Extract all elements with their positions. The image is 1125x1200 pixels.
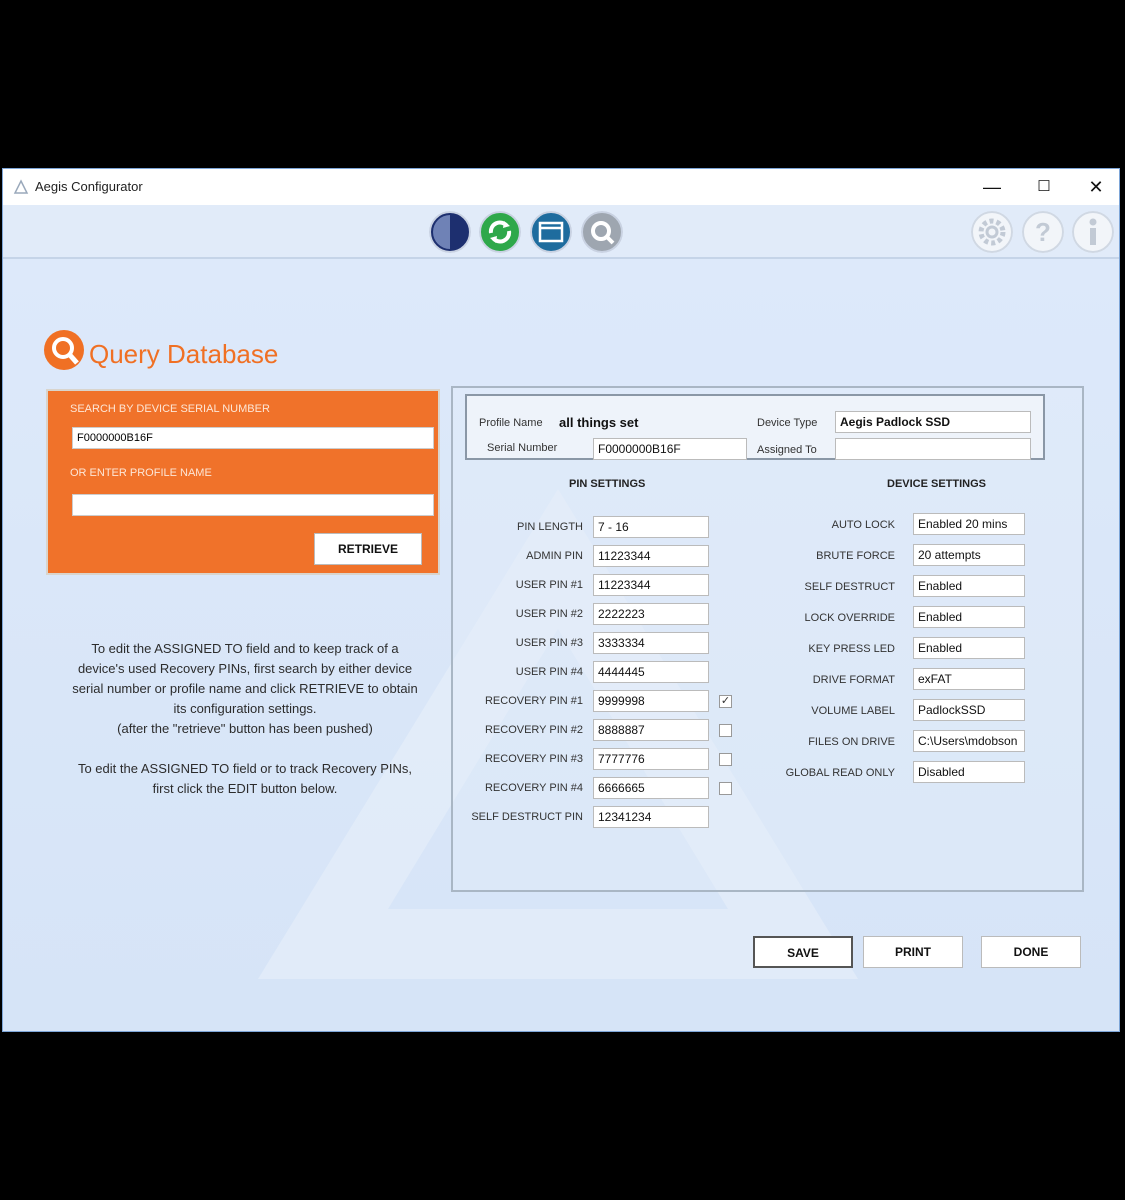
- help-icon[interactable]: ?: [1022, 211, 1064, 253]
- volume-label-label: VOLUME LABEL: [811, 705, 895, 717]
- recovery-pin-4-checkbox[interactable]: [719, 782, 732, 795]
- self-destruct-field: Enabled: [913, 575, 1025, 597]
- profile-name-value: all things set: [559, 415, 639, 430]
- page-title: Query Database: [89, 339, 279, 369]
- user-pin-1-label: USER PIN #1: [515, 579, 583, 591]
- auto-lock-label: AUTO LOCK: [831, 519, 895, 531]
- app-logo-icon: [13, 179, 29, 194]
- app-window: Aegis Configurator — ☐ ✕ ? Query Databas…: [2, 168, 1120, 1032]
- pin-length-label: PIN LENGTH: [516, 521, 583, 533]
- help-text: To edit the ASSIGNED TO field and to kee…: [72, 641, 418, 796]
- query-icon[interactable]: [581, 211, 623, 253]
- gear-icon[interactable]: [971, 211, 1013, 253]
- query-database-icon: [44, 330, 84, 370]
- device-type-label: Device Type: [757, 417, 818, 429]
- user-pin-4-label: USER PIN #4: [515, 666, 583, 678]
- profile-panel: Profile Name all things set Serial Numbe…: [451, 386, 1084, 892]
- auto-lock-field: Enabled 20 mins: [913, 513, 1025, 535]
- key-press-led-label: KEY PRESS LED: [808, 643, 895, 655]
- database-icon[interactable]: [530, 211, 572, 253]
- serial-number-field: F0000000B16F: [593, 438, 747, 460]
- device-type-field: Aegis Padlock SSD: [835, 411, 1031, 433]
- self-destruct-pin-field: 12341234: [593, 806, 709, 828]
- recovery-pin-2-label: RECOVERY PIN #2: [484, 724, 583, 736]
- serial-search-label: SEARCH BY DEVICE SERIAL NUMBER: [70, 403, 270, 415]
- user-pin-2-field: 2222223: [593, 603, 709, 625]
- recovery-pin-2-checkbox[interactable]: [719, 724, 732, 737]
- recovery-pin-4-field: 6666665: [593, 777, 709, 799]
- device-icon[interactable]: [429, 211, 471, 253]
- serial-number-label: Serial Number: [487, 442, 558, 454]
- drive-format-label: DRIVE FORMAT: [812, 674, 895, 686]
- recovery-pin-1-checkbox[interactable]: ✓: [719, 695, 732, 708]
- recovery-pin-2-field: 8888887: [593, 719, 709, 741]
- profile-header: Profile Name all things set Serial Numbe…: [465, 394, 1045, 460]
- user-pin-4-field: 4444445: [593, 661, 709, 683]
- svg-text:?: ?: [1035, 217, 1051, 247]
- minimize-button[interactable]: —: [969, 175, 1015, 201]
- user-pin-3-label: USER PIN #3: [515, 637, 583, 649]
- info-icon[interactable]: [1072, 211, 1114, 253]
- profile-name-field-label: Profile Name: [479, 417, 543, 429]
- volume-label-field: PadlockSSD: [913, 699, 1025, 721]
- global-read-only-field: Disabled: [913, 761, 1025, 783]
- recovery-pin-1-field: 9999998: [593, 690, 709, 712]
- brute-force-label: BRUTE FORCE: [816, 550, 895, 562]
- files-on-drive-field: C:\Users\mdobson: [913, 730, 1025, 752]
- user-pin-2-label: USER PIN #2: [515, 608, 583, 620]
- close-button[interactable]: ✕: [1073, 175, 1119, 201]
- pin-settings-title: PIN SETTINGS: [569, 478, 646, 490]
- recovery-pin-1-label: RECOVERY PIN #1: [484, 695, 583, 707]
- files-on-drive-label: FILES ON DRIVE: [808, 736, 895, 748]
- pin-length-field: 7 - 16: [593, 516, 709, 538]
- user-pin-1-field: 11223344: [593, 574, 709, 596]
- admin-pin-label: ADMIN PIN: [526, 550, 583, 562]
- done-button[interactable]: DONE: [981, 936, 1081, 968]
- save-button[interactable]: SAVE: [753, 936, 853, 968]
- recovery-pin-3-field: 7777776: [593, 748, 709, 770]
- global-read-only-label: GLOBAL READ ONLY: [785, 767, 895, 779]
- lock-override-label: LOCK OVERRIDE: [804, 612, 895, 624]
- drive-format-field: exFAT: [913, 668, 1025, 690]
- window-title: Aegis Configurator: [35, 179, 143, 194]
- retrieve-button[interactable]: RETRIEVE: [314, 533, 422, 565]
- print-button[interactable]: PRINT: [863, 936, 963, 968]
- lock-override-field: Enabled: [913, 606, 1025, 628]
- serial-search-input[interactable]: [72, 427, 434, 449]
- recovery-pin-4-label: RECOVERY PIN #4: [484, 782, 583, 794]
- profile-name-label: OR ENTER PROFILE NAME: [70, 467, 212, 479]
- recovery-pin-3-label: RECOVERY PIN #3: [484, 753, 583, 765]
- self-destruct-label: SELF DESTRUCT: [804, 581, 895, 593]
- title-bar: Aegis Configurator — ☐ ✕: [3, 169, 1119, 205]
- self-destruct-pin-label: SELF DESTRUCT PIN: [471, 811, 583, 823]
- recovery-pin-3-checkbox[interactable]: [719, 753, 732, 766]
- key-press-led-field: Enabled: [913, 637, 1025, 659]
- maximize-button[interactable]: ☐: [1021, 175, 1067, 201]
- device-settings-title: DEVICE SETTINGS: [887, 478, 987, 490]
- main-content: Query Database SEARCH BY DEVICE SERIAL N…: [3, 259, 1119, 1031]
- assigned-to-label: Assigned To: [757, 444, 817, 456]
- sync-icon[interactable]: [479, 211, 521, 253]
- user-pin-3-field: 3333334: [593, 632, 709, 654]
- search-panel: SEARCH BY DEVICE SERIAL NUMBER OR ENTER …: [46, 389, 440, 575]
- admin-pin-field: 11223344: [593, 545, 709, 567]
- assigned-to-field[interactable]: [835, 438, 1031, 460]
- profile-name-input[interactable]: [72, 494, 434, 516]
- brute-force-field: 20 attempts: [913, 544, 1025, 566]
- toolbar: ?: [3, 205, 1119, 259]
